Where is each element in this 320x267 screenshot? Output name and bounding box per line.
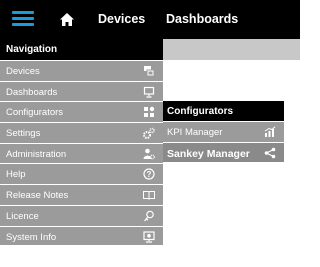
submenu-item-sankey-manager[interactable]: Sankey Manager [163, 142, 284, 163]
nav-item-label: Devices [6, 66, 40, 77]
nav-item-label: Configurators [6, 107, 64, 119]
submenu-title: Configurators [163, 101, 284, 121]
nav-item-label: Release Notes [6, 190, 69, 202]
monitor-icon [143, 86, 155, 98]
content-header-strip [163, 39, 300, 60]
nav-item-label: System Info [6, 231, 57, 243]
nav-item-devices[interactable]: Devices [0, 60, 163, 81]
nav-item-label: Help [6, 169, 26, 181]
nav-item-label: Licence [6, 210, 39, 222]
nav-item-help[interactable]: Help ? [0, 163, 163, 185]
top-navigation-bar: Devices Dashboards [0, 0, 300, 39]
nav-item-administration[interactable]: Administration [0, 142, 163, 164]
nav-item-dashboards[interactable]: Dashboards [0, 80, 163, 102]
help-icon: ? [143, 168, 155, 181]
nav-item-settings[interactable]: Settings [0, 122, 163, 143]
svg-text:?: ? [147, 170, 152, 179]
nav-item-system-info[interactable]: System Info [0, 225, 163, 247]
home-icon[interactable] [59, 12, 75, 27]
kpi-chart-icon [264, 126, 276, 138]
submenu-item-label: Sankey Manager [167, 148, 250, 160]
nav-item-label: Dashboards [6, 86, 58, 98]
hamburger-menu-icon[interactable] [12, 11, 34, 27]
navigation-menu-title: Navigation [0, 39, 163, 60]
system-info-icon [143, 230, 155, 243]
submenu-item-kpi-manager[interactable]: KPI Manager [163, 121, 284, 142]
nav-item-configurators[interactable]: Configurators [0, 101, 163, 123]
devices-icon [143, 65, 155, 77]
configurators-submenu: Configurators KPI Manager Sankey Manager [163, 101, 284, 163]
book-icon [143, 189, 155, 201]
nav-item-label: Administration [6, 148, 67, 160]
nav-item-licence[interactable]: Licence [0, 204, 163, 226]
navigation-menu: Navigation Devices Dashboards Configurat… [0, 39, 163, 247]
nav-item-release-notes[interactable]: Release Notes [0, 184, 163, 205]
nav-item-label: Settings [6, 128, 41, 140]
share-icon [264, 147, 276, 159]
licence-icon [143, 210, 155, 222]
top-link-dashboards[interactable]: Dashboards [166, 12, 238, 26]
top-link-devices[interactable]: Devices [98, 12, 145, 26]
configurators-icon [143, 106, 155, 118]
submenu-item-label: KPI Manager [167, 127, 223, 138]
gears-icon [143, 127, 155, 140]
user-gear-icon [143, 148, 155, 160]
